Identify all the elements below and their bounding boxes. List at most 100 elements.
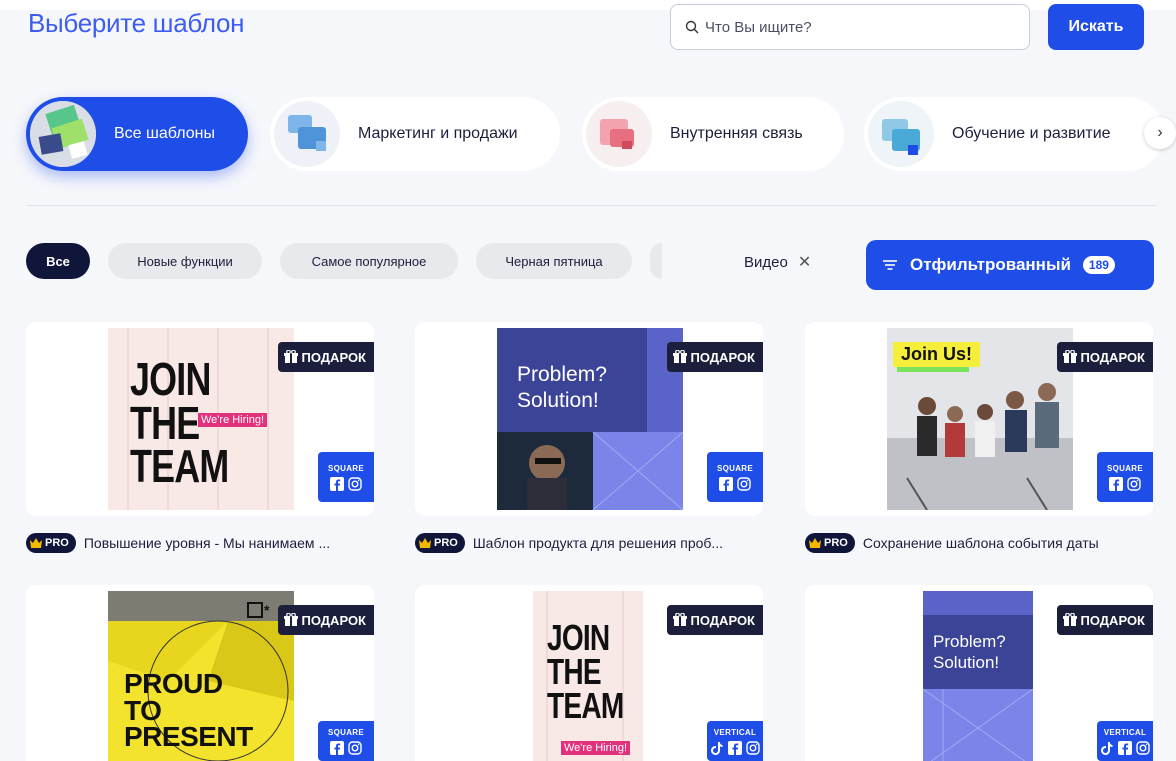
gift-label: ПОДАРОК [690,349,755,365]
gift-label: ПОДАРОК [301,612,366,628]
pro-badge: PRO [415,533,465,553]
template-preview: JOIN THE TEAM We're Hiring! [108,328,294,510]
chip-most-popular[interactable]: Самое популярное [280,243,458,279]
template-title[interactable]: Сохранение шаблона события даты [863,535,1099,551]
instagram-icon [348,740,362,755]
category-carousel: Все шаблоны Маркетинг и продажи Внутренн… [26,97,1176,171]
gift-badge: ПОДАРОК [666,605,763,635]
category-thumbnail [30,101,96,167]
template-preview: JOIN THE TEAM We're Hiring! [533,591,643,761]
close-icon[interactable]: ✕ [798,252,811,272]
gift-badge: ПОДАРОК [666,342,763,372]
gift-icon [672,350,687,363]
format-label: SQUARE [327,463,365,473]
template-preview: * PROUD TO PRESENT [108,591,294,761]
gift-badge: ПОДАРОК [1056,342,1153,372]
template-card[interactable]: Problem? Solution! ПОДАРОК VERTICAL [805,585,1153,761]
tiktok-icon [1101,741,1113,755]
instagram-icon [348,476,362,491]
preview-line: PRESENT [124,721,253,753]
format-badge: SQUARE [318,721,374,761]
preview-line: JOIN [130,353,211,405]
gift-badge: ПОДАРОК [277,342,374,372]
filter-label: Отфильтрованный [910,255,1071,274]
search-icon [685,20,699,34]
instagram-icon [746,740,760,755]
tiktok-icon [711,741,723,755]
svg-text:*: * [264,602,270,618]
gift-icon [1062,350,1077,363]
gift-badge: ПОДАРОК [277,605,374,635]
template-meta: PRO Повышение уровня - Мы нанимаем ... [26,533,330,553]
format-label: VERTICAL [1103,727,1147,737]
template-title[interactable]: Повышение уровня - Мы нанимаем ... [84,535,330,551]
category-marketing[interactable]: Маркетинг и продажи [270,97,560,171]
preview-line: PROUD [124,668,223,699]
category-learning[interactable]: Обучение и развитие [864,97,1164,171]
preview-line: TO [124,694,162,726]
preview-line: Solution! [933,653,1000,673]
template-card[interactable]: * PROUD TO PRESENT ПОДАРОК SQUARE [26,585,374,761]
chip-black-friday[interactable]: Черная пятница [476,243,632,279]
preview-line: Problem? [517,363,607,386]
preview-line: Problem? [933,632,1006,651]
category-thumbnail [586,101,652,167]
template-preview: Problem? Solution! [497,328,683,510]
search-input[interactable]: Что Вы ищите? [670,4,1030,50]
template-card[interactable]: Problem? Solution! ПОДАРОК SQUARE [415,322,763,516]
search-placeholder: Что Вы ищите? [705,18,812,36]
pro-badge: PRO [26,533,76,553]
template-title[interactable]: Шаблон продукта для решения проб... [473,535,723,551]
chip-overflow [650,243,662,279]
chip-new-features[interactable]: Новые функции [108,243,262,279]
search-button[interactable]: Искать [1048,4,1144,50]
facebook-icon [1118,740,1132,755]
active-filter-video[interactable]: Видео ✕ [744,252,811,272]
format-badge: SQUARE [318,452,374,502]
template-preview: Join Us! [887,328,1073,510]
filter-button[interactable]: Отфильтрованный 189 [866,240,1154,290]
facebook-icon [330,476,344,491]
format-badge: VERTICAL [707,721,763,761]
template-meta: PRO Сохранение шаблона события даты [805,533,1099,553]
preview-line: Solution! [517,389,599,413]
format-badge: VERTICAL [1097,721,1153,761]
gift-label: ПОДАРОК [1080,612,1145,628]
format-label: SQUARE [327,727,365,737]
category-label: Маркетинг и продажи [358,125,518,142]
template-card[interactable]: JOIN THE TEAM We're Hiring! ПОДАРОК SQUA… [26,322,374,516]
filter-count-badge: 189 [1082,256,1115,274]
category-thumbnail [274,101,340,167]
crown-icon [809,538,821,548]
page-title: Выберите шаблон [28,8,245,38]
active-filter-label: Видео [744,253,788,271]
hiring-tag: We're Hiring! [198,413,268,427]
divider [26,205,1156,206]
gift-icon [283,613,298,626]
format-badge: SQUARE [707,452,763,502]
pro-badge: PRO [805,533,855,553]
facebook-icon [1109,476,1123,491]
gift-icon [1062,613,1077,626]
facebook-icon [728,740,742,755]
crown-icon [419,538,431,548]
format-label: SQUARE [716,463,754,473]
preview-line: TEAM [130,440,229,493]
format-badge: SQUARE [1097,452,1153,502]
preview-line: JOIN [547,617,610,658]
template-card[interactable]: JOIN THE TEAM We're Hiring! ПОДАРОК VERT… [415,585,763,761]
category-all-templates[interactable]: Все шаблоны [26,97,248,171]
category-internal-comms[interactable]: Внутренняя связь [582,97,844,171]
chip-all[interactable]: Все [26,243,90,279]
preview-line: TEAM [547,685,624,727]
instagram-icon [1136,740,1150,755]
preview-line: THE [547,651,602,693]
chevron-right-icon: › [1157,124,1163,141]
carousel-next-button[interactable]: › [1144,117,1176,149]
hiring-tag: We're Hiring! [561,741,631,755]
category-label: Внутренняя связь [670,125,803,142]
format-label: SQUARE [1106,463,1144,473]
template-card[interactable]: Join Us! ПОДАРОК SQUARE [805,322,1153,516]
category-label: Все шаблоны [114,125,215,142]
gift-icon [283,350,298,363]
